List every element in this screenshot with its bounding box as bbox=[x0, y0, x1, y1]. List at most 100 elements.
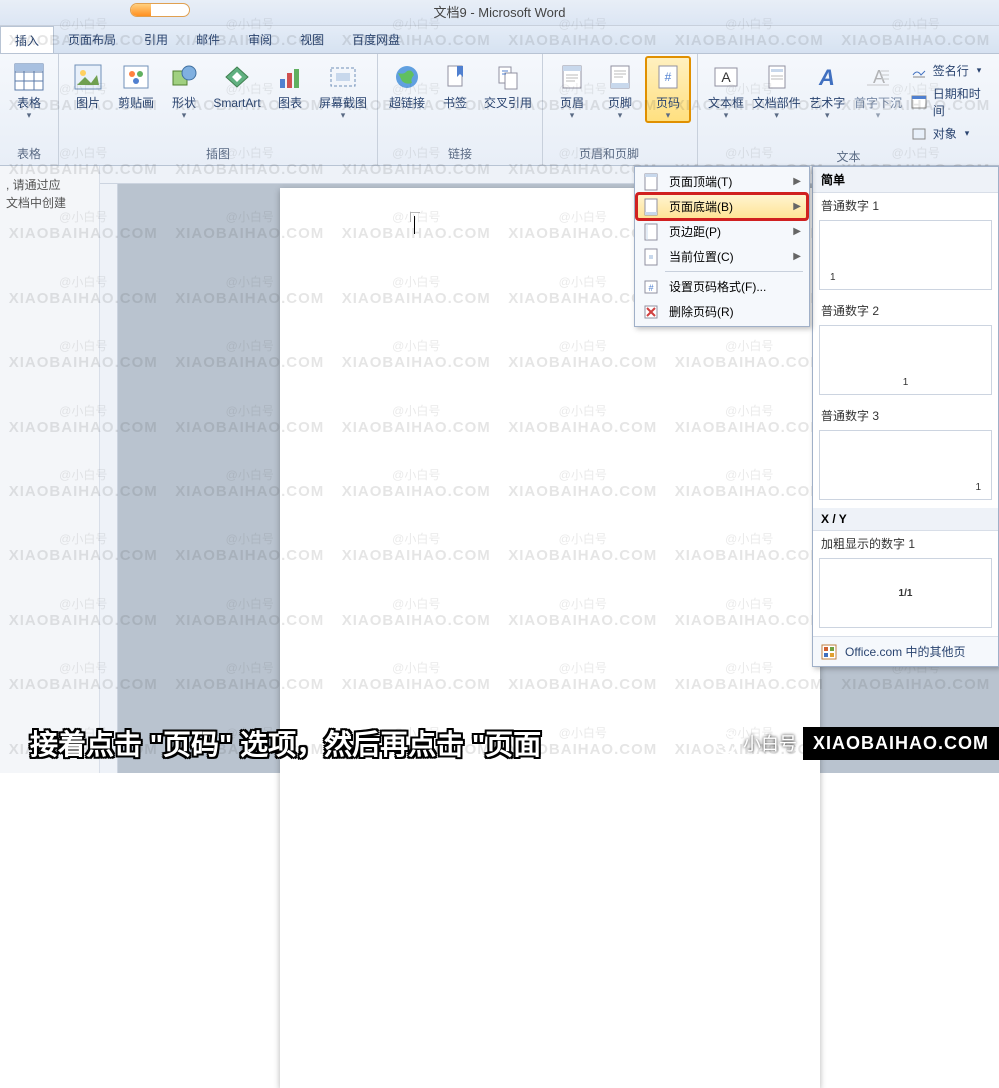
submenu-arrow-icon: ▶ bbox=[793, 201, 801, 212]
tab-page-layout[interactable]: 页面布局 bbox=[54, 26, 130, 53]
object-icon bbox=[911, 126, 927, 142]
vertical-ruler[interactable] bbox=[100, 184, 118, 773]
page-margin-icon bbox=[641, 222, 661, 242]
page-number-icon: # bbox=[651, 60, 685, 94]
smartart-button[interactable]: SmartArt bbox=[209, 58, 265, 110]
clipart-button[interactable]: 剪贴画 bbox=[113, 58, 159, 110]
page-number-button[interactable]: # 页码 ▾ bbox=[645, 56, 691, 123]
signature-icon bbox=[911, 63, 927, 79]
picture-button[interactable]: 图片 bbox=[65, 58, 111, 110]
group-links: 超链接 书签 交叉引用 链接 bbox=[378, 54, 543, 165]
chevron-down-icon: ▾ bbox=[876, 110, 881, 121]
page-top-icon bbox=[641, 172, 661, 192]
screenshot-button[interactable]: 屏幕截图 ▾ bbox=[315, 58, 371, 121]
ribbon-tabs: 插入 页面布局 引用 邮件 审阅 视图 百度网盘 bbox=[0, 26, 999, 54]
svg-text:A: A bbox=[818, 65, 835, 90]
menu-format-page-numbers[interactable]: # 设置页码格式(F)... bbox=[637, 274, 807, 299]
group-text: A 文本框 ▾ 文档部件 ▾ A 艺术字 ▾ A 首字下沉 ▾ bbox=[698, 54, 999, 165]
footer-button[interactable]: 页脚 ▾ bbox=[597, 58, 643, 121]
gallery-thumb-plain-2[interactable]: 1 bbox=[819, 325, 992, 395]
subtitle-text: 接着点击 "页码" 选项，然后再点击 "页面 bbox=[0, 723, 715, 763]
shapes-button[interactable]: 形状 ▾ bbox=[161, 58, 207, 121]
signature-line-button[interactable]: 签名行▾ bbox=[911, 60, 989, 81]
broadcast-icon bbox=[715, 732, 737, 754]
chart-button[interactable]: 图表 bbox=[267, 58, 313, 110]
menu-separator bbox=[665, 271, 803, 272]
chart-icon bbox=[273, 60, 307, 94]
chevron-down-icon: ▾ bbox=[666, 110, 671, 121]
picture-icon bbox=[71, 60, 105, 94]
margin-marker bbox=[410, 212, 420, 222]
gallery-item-label: 加粗显示的数字 1 bbox=[813, 531, 998, 556]
gallery-office-more[interactable]: Office.com 中的其他页 bbox=[813, 636, 998, 666]
gallery-section-xy: X / Y bbox=[813, 508, 998, 531]
menu-page-bottom[interactable]: 页面底端(B) ▶ bbox=[637, 194, 807, 219]
brand-pill: 小白号 bbox=[715, 730, 797, 756]
tab-mailings[interactable]: 邮件 bbox=[182, 26, 234, 53]
wordart-button[interactable]: A 艺术字 ▾ bbox=[805, 58, 849, 121]
chevron-down-icon: ▾ bbox=[182, 110, 187, 121]
group-header-footer: 页眉 ▾ 页脚 ▾ # 页码 ▾ 页眉和页脚 bbox=[543, 54, 698, 165]
smartart-icon bbox=[220, 60, 254, 94]
page-number-dropdown: 页面顶端(T) ▶ 页面底端(B) ▶ 页边距(P) ▶ 当前位置(C) ▶ #… bbox=[634, 166, 810, 327]
group-illustrations: 图片 剪贴画 形状 ▾ SmartArt 图表 屏幕截图 bbox=[59, 54, 378, 165]
svg-text:#: # bbox=[648, 283, 653, 293]
chevron-down-icon: ▾ bbox=[825, 110, 830, 121]
calendar-icon bbox=[911, 94, 927, 110]
title-bar: 文档9 - Microsoft Word bbox=[0, 0, 999, 26]
group-tables: 表格 ▾ 表格 bbox=[0, 54, 59, 165]
bookmark-icon bbox=[438, 60, 472, 94]
tab-view[interactable]: 视图 bbox=[286, 26, 338, 53]
chevron-down-icon: ▾ bbox=[618, 110, 623, 121]
dropcap-button[interactable]: A 首字下沉 ▾ bbox=[851, 58, 904, 121]
dropcap-icon: A bbox=[861, 60, 895, 94]
quickparts-button[interactable]: 文档部件 ▾ bbox=[750, 58, 803, 121]
header-button[interactable]: 页眉 ▾ bbox=[549, 58, 595, 121]
textbox-button[interactable]: A 文本框 ▾ bbox=[704, 58, 748, 121]
gallery-item-label: 普通数字 3 bbox=[813, 403, 998, 428]
datetime-button[interactable]: 日期和时间 bbox=[911, 83, 989, 121]
quickparts-icon bbox=[760, 60, 794, 94]
gallery-thumb-plain-3[interactable]: 1 bbox=[819, 430, 992, 500]
navigation-pane[interactable]: , 请通过应 文档中创建 bbox=[0, 166, 100, 773]
submenu-arrow-icon: ▶ bbox=[793, 226, 801, 237]
menu-page-margins[interactable]: 页边距(P) ▶ bbox=[637, 219, 807, 244]
page-bottom-icon bbox=[641, 197, 661, 217]
menu-remove-page-numbers[interactable]: 删除页码(R) bbox=[637, 299, 807, 324]
page-number-gallery: 简单 普通数字 1 1 普通数字 2 1 普通数字 3 1 X / Y 加粗显示… bbox=[812, 166, 999, 667]
shapes-icon bbox=[167, 60, 201, 94]
tab-references[interactable]: 引用 bbox=[130, 26, 182, 53]
current-position-icon bbox=[641, 247, 661, 267]
tab-review[interactable]: 审阅 bbox=[234, 26, 286, 53]
chevron-down-icon: ▾ bbox=[724, 110, 729, 121]
svg-text:A: A bbox=[721, 69, 731, 85]
bookmark-button[interactable]: 书签 bbox=[432, 58, 478, 110]
brand-box: XIAOBAIHAO.COM bbox=[803, 727, 999, 760]
window-title: 文档9 - Microsoft Word bbox=[434, 5, 566, 20]
remove-icon bbox=[641, 302, 661, 322]
wordart-icon: A bbox=[810, 60, 844, 94]
svg-text:#: # bbox=[665, 70, 672, 84]
quick-access-progress bbox=[130, 3, 190, 17]
object-button[interactable]: 对象▾ bbox=[911, 123, 989, 144]
table-icon bbox=[12, 60, 46, 94]
submenu-arrow-icon: ▶ bbox=[793, 176, 801, 187]
hyperlink-button[interactable]: 超链接 bbox=[384, 58, 430, 110]
table-button[interactable]: 表格 ▾ bbox=[6, 58, 52, 121]
clipart-icon bbox=[119, 60, 153, 94]
video-caption-bar: 接着点击 "页码" 选项，然后再点击 "页面 小白号 XIAOBAIHAO.CO… bbox=[0, 723, 999, 763]
menu-page-top[interactable]: 页面顶端(T) ▶ bbox=[637, 169, 807, 194]
ribbon: 表格 ▾ 表格 图片 剪贴画 形状 ▾ SmartArt bbox=[0, 54, 999, 166]
tab-baidu-netdisk[interactable]: 百度网盘 bbox=[338, 26, 414, 53]
crossref-icon bbox=[491, 60, 525, 94]
crossref-button[interactable]: 交叉引用 bbox=[480, 58, 536, 110]
gallery-thumb-bold-1[interactable]: 1/1 bbox=[819, 558, 992, 628]
gallery-item-label: 普通数字 1 bbox=[813, 193, 998, 218]
tab-insert[interactable]: 插入 bbox=[0, 26, 54, 53]
office-icon bbox=[821, 644, 837, 660]
gallery-section-simple: 简单 bbox=[813, 167, 998, 193]
format-icon: # bbox=[641, 277, 661, 297]
chevron-down-icon: ▾ bbox=[341, 110, 346, 121]
gallery-thumb-plain-1[interactable]: 1 bbox=[819, 220, 992, 290]
menu-current-position[interactable]: 当前位置(C) ▶ bbox=[637, 244, 807, 269]
